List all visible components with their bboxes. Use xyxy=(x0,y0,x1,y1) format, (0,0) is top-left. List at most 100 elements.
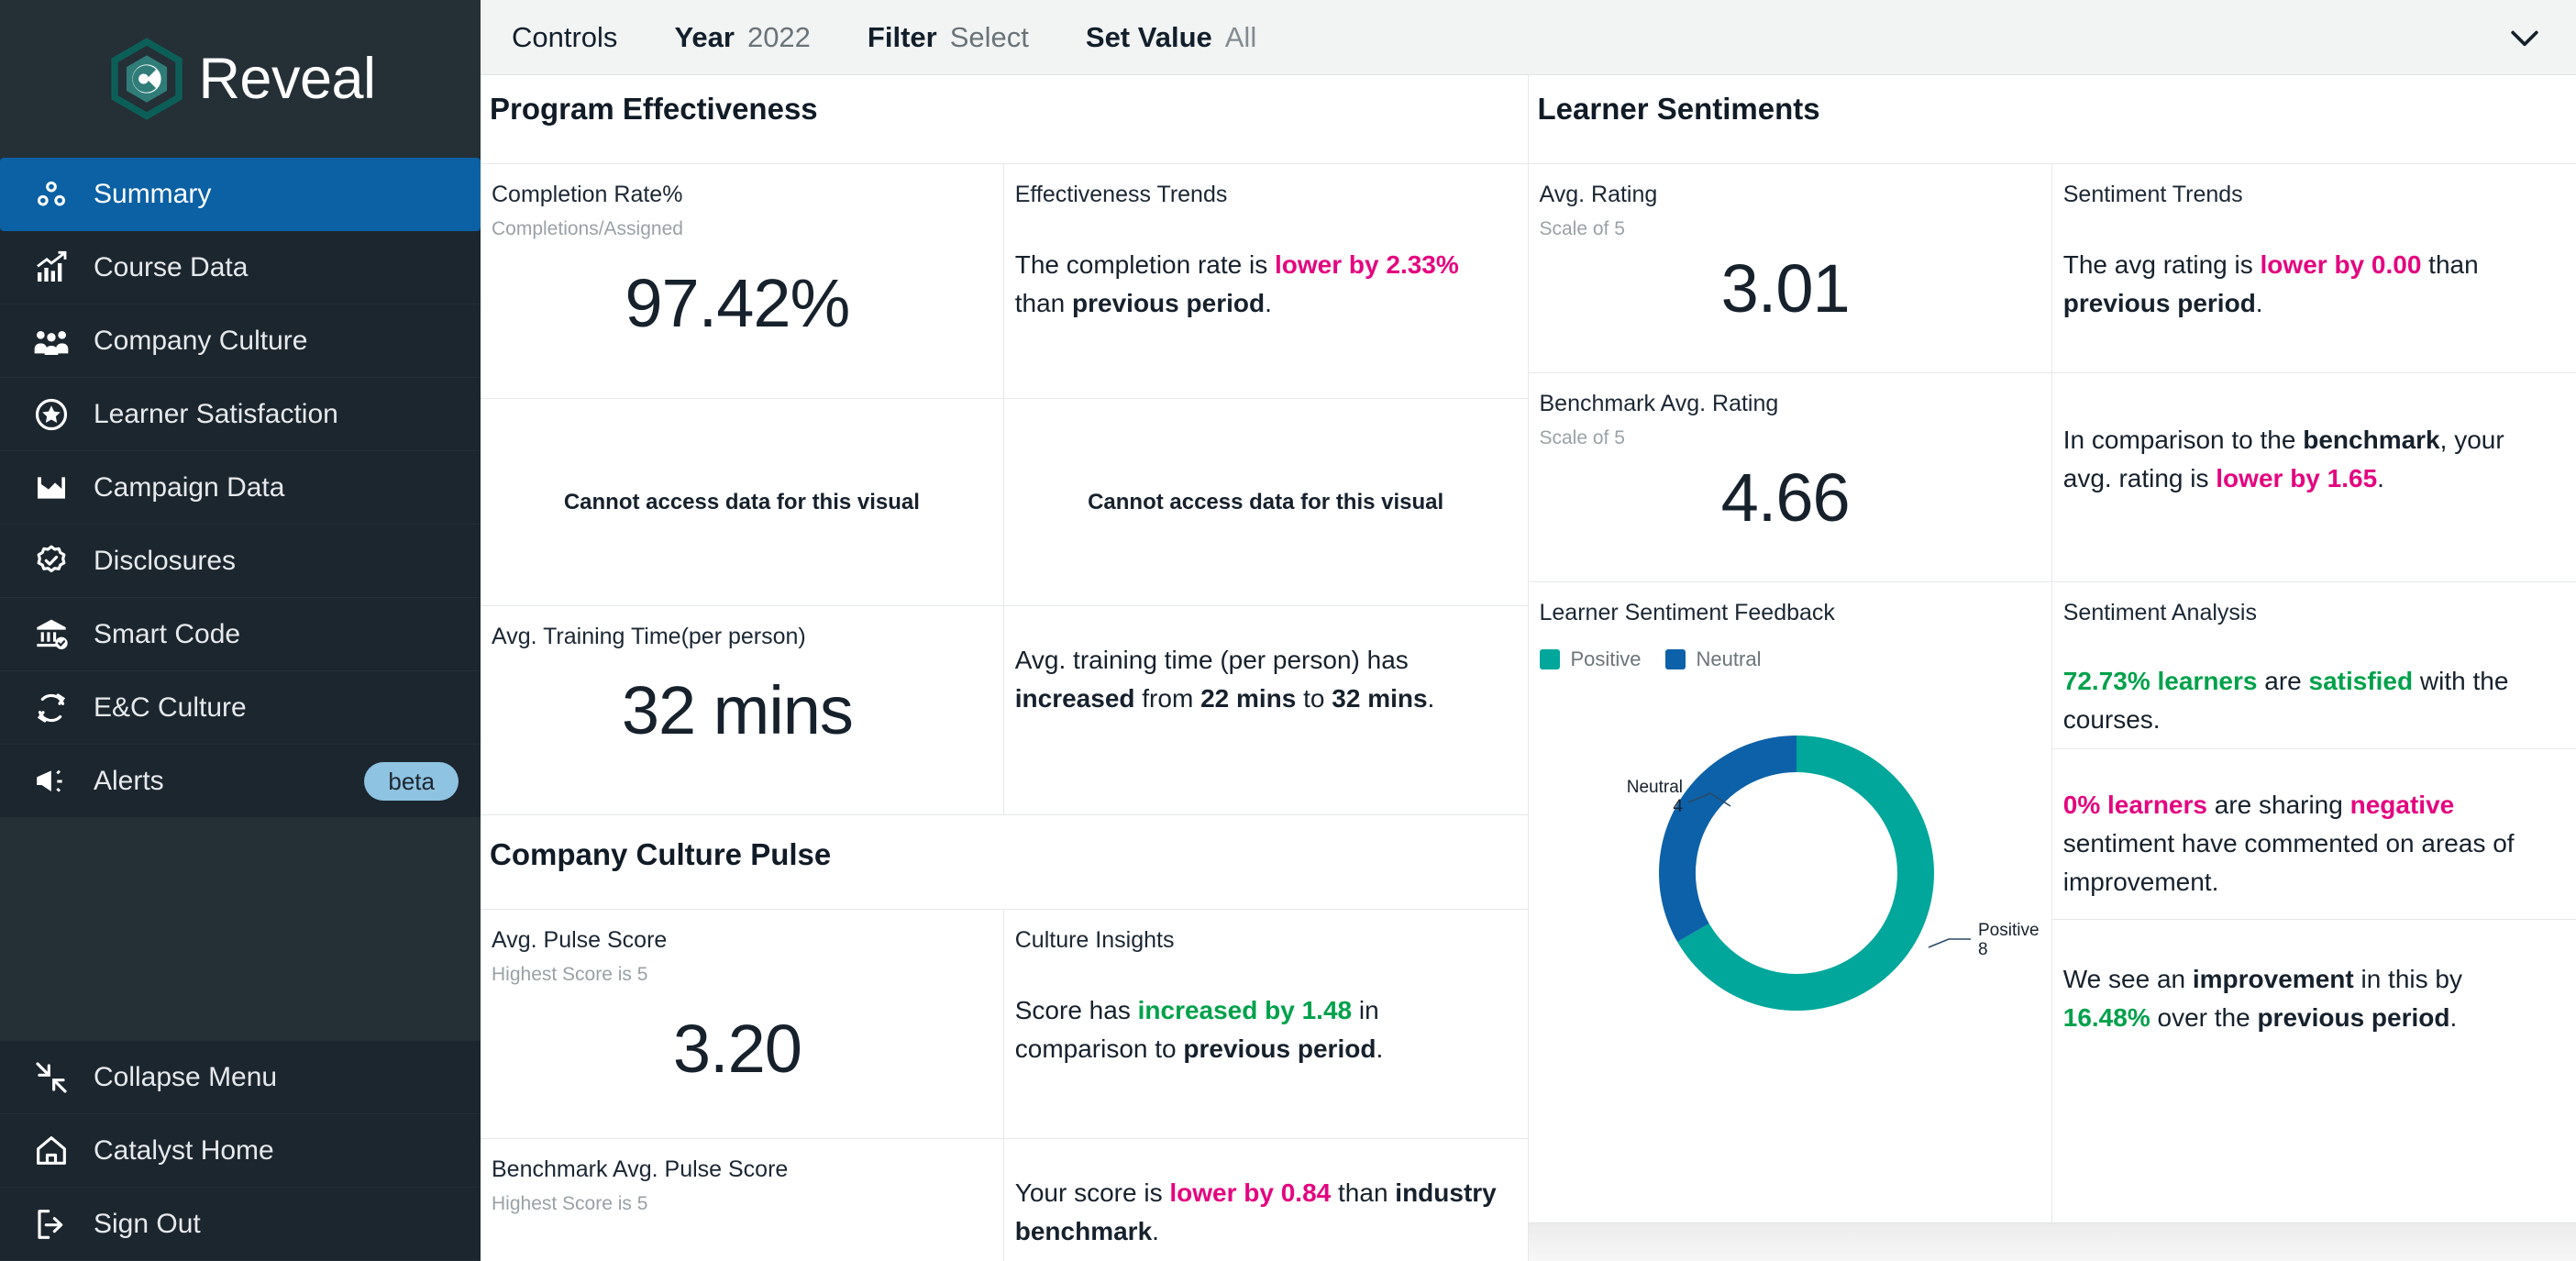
narr-highlight: 72.73% learners xyxy=(2062,667,2258,696)
sign-out-icon xyxy=(33,1206,70,1243)
card-blocked-visual-left[interactable]: Cannot access data for this visual xyxy=(481,399,1004,605)
sidebar-item-company-culture[interactable]: Company Culture xyxy=(0,304,481,378)
narr-bold: improvement xyxy=(2192,965,2354,994)
narr-bold: 32 mins xyxy=(1332,684,1428,713)
no-access-message: Cannot access data for this visual xyxy=(1088,489,1444,514)
sidebar-item-ec-culture[interactable]: E&C Culture xyxy=(0,671,481,745)
narr-seg: In comparison to the xyxy=(2062,426,2304,454)
sentiment-analysis-block-1[interactable]: Sentiment Analysis 72.73% learners are s… xyxy=(2051,582,2576,750)
card-subtitle: Scale of 5 xyxy=(1539,218,1625,240)
card-title: Completion Rate% xyxy=(492,182,683,207)
card-benchmark-insight[interactable]: Your score is lower by 0.84 than industr… xyxy=(1004,1139,1528,1261)
card-learner-sentiment-feedback[interactable]: Learner Sentiment Feedback Positive Neut… xyxy=(1529,582,2052,1222)
sidebar-item-label: Disclosures xyxy=(94,545,237,576)
card-avg-training-time[interactable]: Avg. Training Time(per person) 32 mins xyxy=(481,606,1004,814)
card-culture-insights[interactable]: Culture Insights Score has increased by … xyxy=(1004,910,1528,1138)
right-column: Learner Sentiments Avg. Rating Scale of … xyxy=(1528,75,2576,1261)
bank-check-icon xyxy=(33,616,70,653)
narr-seg: are sharing xyxy=(2206,791,2350,820)
sidebar-item-learner-satisfaction[interactable]: Learner Satisfaction xyxy=(0,378,481,451)
card-benchmark-avg-pulse-score[interactable]: Benchmark Avg. Pulse Score Highest Score… xyxy=(481,1139,1004,1261)
legend-item-neutral[interactable]: Neutral xyxy=(1664,647,1762,671)
donut-label-neutral-value: 4 xyxy=(1673,797,1683,816)
narr-seg: . xyxy=(1152,1217,1159,1245)
sidebar-item-label: Summary xyxy=(94,178,212,209)
card-subtitle: Scale of 5 xyxy=(1539,427,1625,449)
card-blocked-visual-right[interactable]: Cannot access data for this visual xyxy=(1004,399,1528,605)
sidebar-item-label: E&C Culture xyxy=(94,691,247,723)
narrative-text: The avg rating is lower by 0.00 than pre… xyxy=(2063,246,2556,323)
bar-chart-trend-icon xyxy=(33,249,70,286)
learner-sentiments-header: Learner Sentiments xyxy=(1529,75,2576,132)
sidebar-item-label: Sign Out xyxy=(94,1208,201,1239)
filter-year-key: Year xyxy=(674,20,735,53)
filter-select[interactable]: Filter Select xyxy=(868,21,1029,54)
donut-chart[interactable]: Neutral 4 Positive 8 xyxy=(1540,671,2052,1075)
card-title: Effectiveness Trends xyxy=(1014,182,1228,207)
filter-year[interactable]: Year 2022 xyxy=(674,21,810,54)
narr-seg: . xyxy=(1265,289,1272,318)
card-title: Culture Insights xyxy=(1014,927,1175,953)
brand-logo[interactable]: Reveal xyxy=(0,0,481,158)
narr-seg: to xyxy=(1296,684,1332,713)
sidebar-item-smart-code[interactable]: Smart Code xyxy=(0,598,481,671)
card-subtitle: Completions/Assigned xyxy=(492,218,683,240)
sidebar-item-label: Alerts xyxy=(94,765,164,796)
card-sentiment-trends[interactable]: Sentiment Trends The avg rating is lower… xyxy=(2052,164,2576,372)
narr-seg: Your score is xyxy=(1014,1178,1170,1207)
sentiment-analysis-block-3[interactable]: We see an improvement in this by 16.48% … xyxy=(2052,920,2576,1222)
card-avg-pulse-score[interactable]: Avg. Pulse Score Highest Score is 5 3.20 xyxy=(481,910,1004,1138)
right-panel-scrollbar[interactable] xyxy=(1528,1222,2576,1261)
sidebar-item-course-data[interactable]: Course Data xyxy=(0,231,481,304)
program-effectiveness-grid: Completion Rate% Completions/Assigned 97… xyxy=(481,163,1528,815)
no-access-message: Cannot access data for this visual xyxy=(563,489,920,514)
card-effectiveness-trends[interactable]: Effectiveness Trends The completion rate… xyxy=(1004,164,1528,398)
sidebar: Reveal Summary Course Data Company Cultu… xyxy=(0,0,481,1261)
narrative-text: We see an improvement in this by 16.48% … xyxy=(2063,960,2556,1037)
narr-seg: in this by xyxy=(2353,965,2462,994)
sidebar-item-campaign-data[interactable]: Campaign Data xyxy=(0,451,481,525)
narr-seg: . xyxy=(1427,684,1435,713)
narr-seg: . xyxy=(1376,1034,1384,1064)
sidebar-item-alerts[interactable]: Alerts beta xyxy=(0,745,481,818)
narr-bold: previous period xyxy=(2257,1003,2450,1033)
legend-item-positive[interactable]: Positive xyxy=(1539,647,1642,671)
legend-swatch-neutral xyxy=(1664,649,1686,670)
alerts-beta-badge: beta xyxy=(364,761,459,801)
sidebar-item-disclosures[interactable]: Disclosures xyxy=(0,525,481,598)
filter-set-value[interactable]: Set Value All xyxy=(1086,21,1256,54)
sidebar-item-collapse-menu[interactable]: Collapse Menu xyxy=(0,1041,481,1114)
refresh-cycle-icon xyxy=(33,690,70,726)
narr-seg: . xyxy=(2449,1003,2458,1033)
card-training-time-trend[interactable]: Avg. training time (per person) has incr… xyxy=(1004,606,1528,814)
narr-highlight: increased by 1.48 xyxy=(1137,996,1353,1025)
kpi-value: 32 mins xyxy=(621,672,854,749)
donut-leader-positive xyxy=(1928,938,1971,948)
sidebar-item-catalyst-home[interactable]: Catalyst Home xyxy=(0,1114,481,1188)
sidebar-bottom-nav: Collapse Menu Catalyst Home Sign Out xyxy=(0,1041,481,1261)
sidebar-item-sign-out[interactable]: Sign Out xyxy=(0,1188,481,1261)
chevron-down-icon[interactable] xyxy=(2497,10,2552,65)
company-culture-pulse-header: Company Culture Pulse xyxy=(481,815,1528,878)
star-circle-icon xyxy=(33,396,70,433)
left-column: Program Effectiveness Completion Rate% C… xyxy=(481,75,1529,1261)
learner-sentiments-grid: Avg. Rating Scale of 5 3.01 Sentiment Tr… xyxy=(1528,163,2576,1222)
card-completion-rate[interactable]: Completion Rate% Completions/Assigned 97… xyxy=(481,164,1004,398)
narr-highlight: satisfied xyxy=(2308,667,2414,696)
sidebar-item-label: Collapse Menu xyxy=(94,1061,278,1092)
main-content: Controls Year 2022 Filter Select Set Value… xyxy=(481,0,2576,1261)
sidebar-item-summary[interactable]: Summary xyxy=(0,158,481,231)
brand-name: Reveal xyxy=(198,46,376,111)
sidebar-item-label: Company Culture xyxy=(94,325,308,356)
narr-bold: previous period xyxy=(1183,1034,1376,1064)
donut-label-positive-name: Positive xyxy=(1978,921,2040,940)
card-benchmark-comparison[interactable]: In comparison to the benchmark, your avg… xyxy=(2052,373,2576,581)
sentiment-analysis-block-2[interactable]: 0% learners are sharing negative sentime… xyxy=(2051,749,2576,921)
controls-bar: Controls Year 2022 Filter Select Set Value… xyxy=(481,0,2576,75)
card-benchmark-avg-rating[interactable]: Benchmark Avg. Rating Scale of 5 4.66 xyxy=(1529,373,2052,581)
legend-label: Neutral xyxy=(1696,647,1762,671)
card-avg-rating[interactable]: Avg. Rating Scale of 5 3.01 xyxy=(1529,164,2052,372)
kpi-value: 3.01 xyxy=(1720,250,1851,327)
chart-title: Learner Sentiment Feedback xyxy=(1539,600,1835,625)
narrative-text: 72.73% learners are satisfied with the c… xyxy=(2063,662,2556,739)
